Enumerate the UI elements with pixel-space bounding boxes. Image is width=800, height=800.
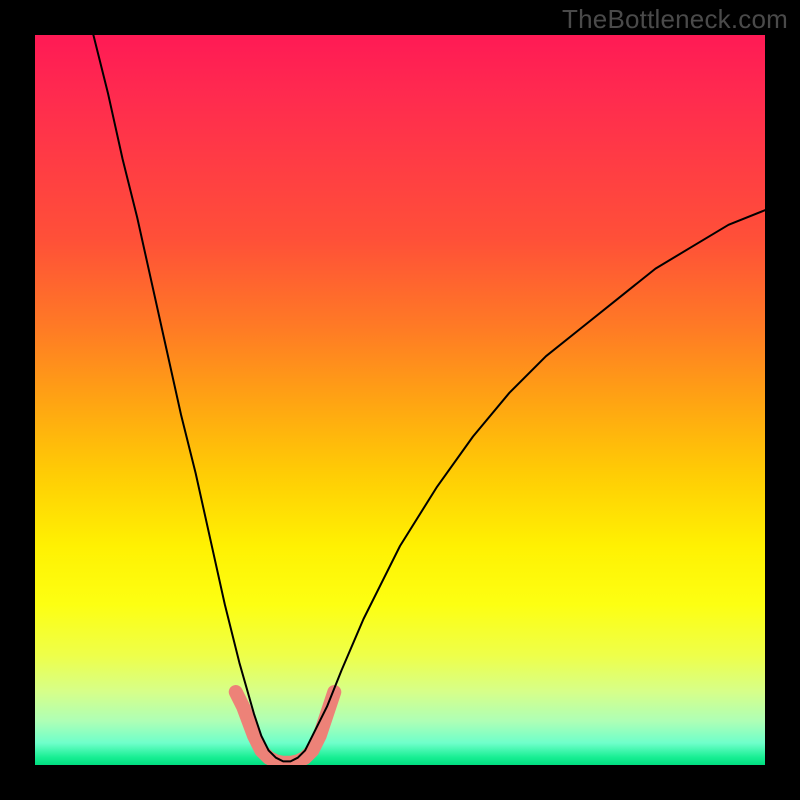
bottleneck-chart xyxy=(35,35,765,765)
chart-area xyxy=(35,35,765,765)
bottleneck-curve xyxy=(93,35,765,761)
watermark-text: TheBottleneck.com xyxy=(562,4,788,35)
